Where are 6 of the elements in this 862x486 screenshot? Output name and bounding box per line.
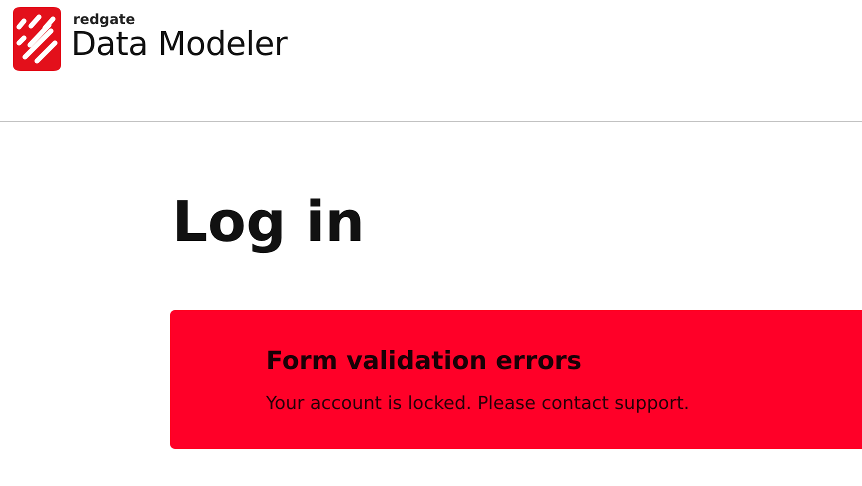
- logo-icon: [11, 5, 63, 73]
- product-name: Data Modeler: [71, 27, 288, 60]
- brand-tagline: redgate: [73, 13, 136, 27]
- alert-title: Form validation errors: [266, 346, 583, 376]
- alert-message: Your account is locked. Please contact support.: [266, 392, 690, 416]
- page-title: Log in: [172, 192, 366, 254]
